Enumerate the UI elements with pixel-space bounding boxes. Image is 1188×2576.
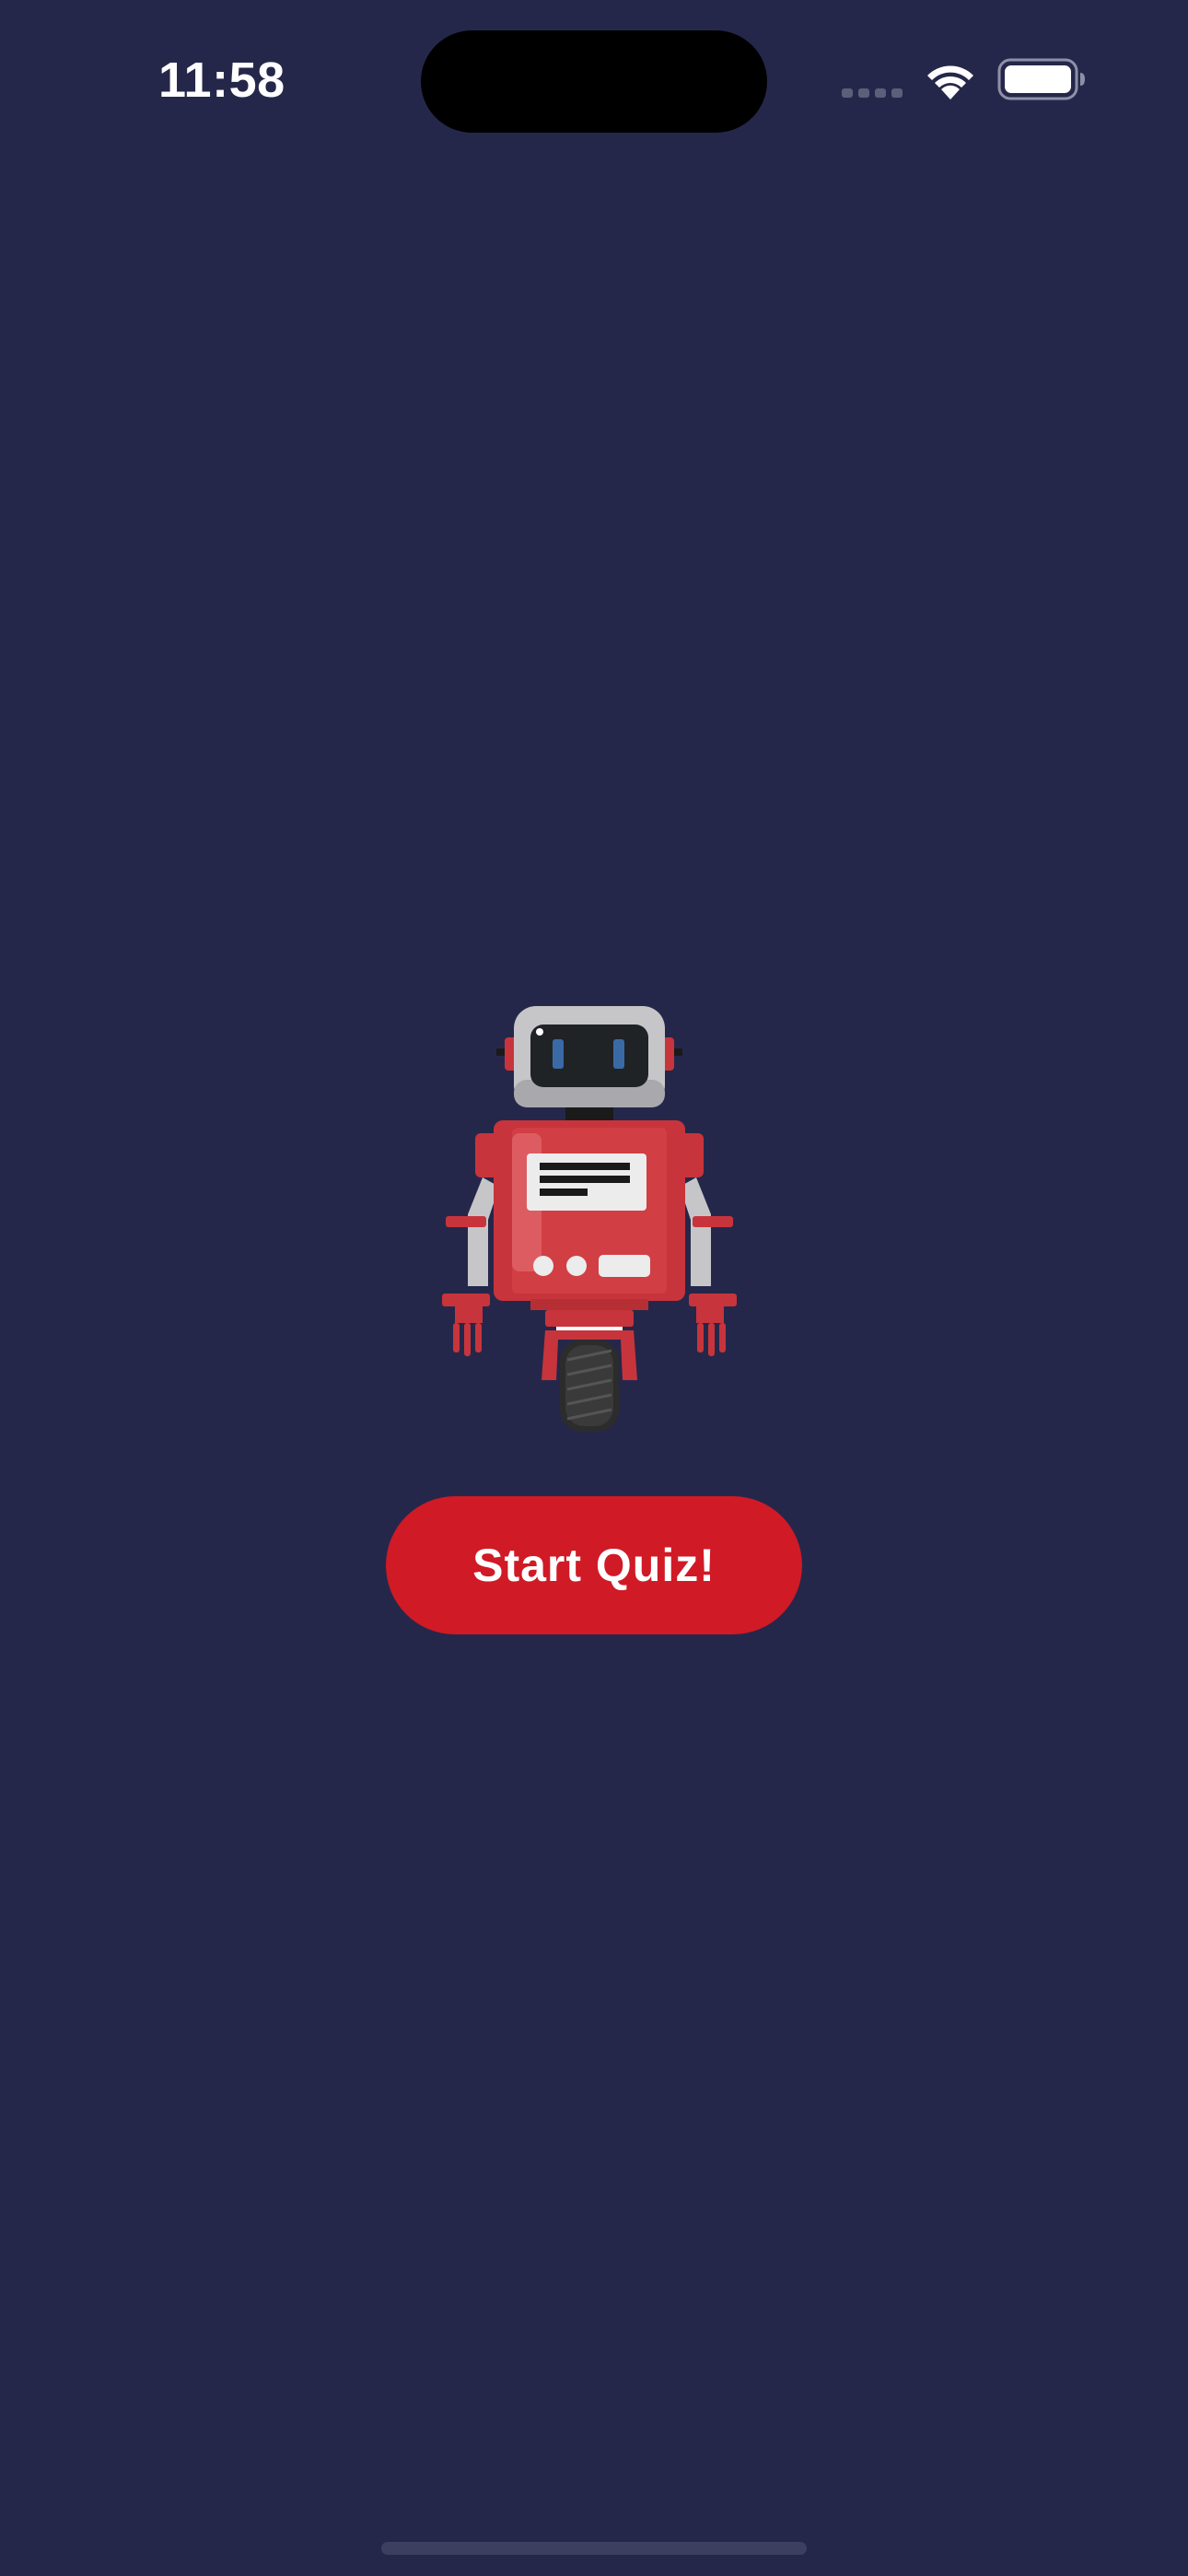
cellular-signal-icon bbox=[842, 88, 903, 98]
battery-icon bbox=[997, 58, 1085, 100]
status-time: 11:58 bbox=[158, 53, 285, 108]
start-quiz-button[interactable]: Start Quiz! bbox=[386, 1496, 802, 1634]
wifi-icon bbox=[927, 65, 973, 100]
home-indicator[interactable] bbox=[381, 2542, 807, 2555]
dynamic-island bbox=[421, 30, 767, 133]
status-bar: 11:58 bbox=[0, 0, 1188, 161]
robot-illustration bbox=[442, 1006, 737, 1432]
